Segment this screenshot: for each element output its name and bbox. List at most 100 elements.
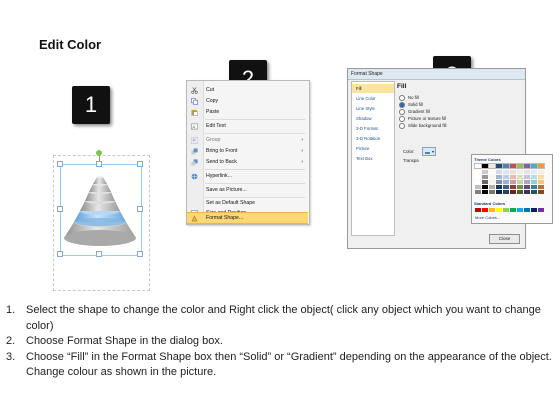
color-swatch[interactable] [475,180,481,184]
color-swatch[interactable] [503,175,509,179]
color-swatch[interactable] [524,185,530,189]
menu-item-paste[interactable]: Paste [187,107,309,118]
color-swatch[interactable] [531,175,537,179]
color-swatch[interactable] [517,190,523,194]
sidebar-item-line-style[interactable]: Line Style [352,104,394,113]
color-swatch[interactable] [516,163,524,169]
color-swatch[interactable] [482,175,488,179]
sidebar-item-3d-format[interactable]: 3-D Format [352,124,394,133]
color-swatch[interactable] [489,185,495,189]
color-swatch[interactable] [503,170,509,174]
color-swatch[interactable] [510,185,516,189]
color-swatch[interactable] [488,163,496,169]
sidebar-item-shadow[interactable]: Shadow [352,114,394,123]
option-picture-texture-fill[interactable]: Picture or texture fill [399,116,446,122]
menu-item-hyperlink[interactable]: Hyperlink... [187,171,309,182]
color-picker-button[interactable]: ▾ [422,147,436,156]
color-swatch[interactable] [538,190,544,194]
menu-item-copy[interactable]: Copy [187,96,309,107]
color-swatch[interactable] [475,175,481,179]
option-slide-background-fill[interactable]: Slide background fill [399,123,446,129]
sidebar-item-fill[interactable]: Fill [352,84,394,93]
color-swatch[interactable] [475,170,481,174]
sidebar-item-text-box[interactable]: Text Box [352,154,394,163]
menu-item-group[interactable]: Group › [187,135,309,146]
color-swatch[interactable] [517,175,523,179]
option-no-fill[interactable]: No fill [399,95,419,101]
color-swatch[interactable] [524,175,530,179]
menu-item-send-to-back[interactable]: Send to Back › [187,157,309,168]
color-swatch[interactable] [517,208,523,212]
color-swatch[interactable] [481,163,489,169]
more-colors-link[interactable]: More Colors... [475,215,500,220]
radio-button[interactable] [399,116,405,122]
color-swatch[interactable] [523,163,531,169]
color-swatch[interactable] [489,170,495,174]
color-swatch[interactable] [517,170,523,174]
menu-item-save-as-picture[interactable]: Save as Picture... [187,185,309,196]
sidebar-item-picture[interactable]: Picture [352,144,394,153]
color-swatch[interactable] [517,185,523,189]
color-swatch[interactable] [524,208,530,212]
color-swatch[interactable] [538,185,544,189]
radio-button[interactable] [399,109,405,115]
color-swatch[interactable] [531,190,537,194]
color-swatch[interactable] [474,163,482,169]
rotation-handle[interactable] [96,150,102,156]
color-swatch[interactable] [496,175,502,179]
color-swatch[interactable] [496,170,502,174]
color-swatch[interactable] [496,190,502,194]
color-swatch[interactable] [489,175,495,179]
color-swatch[interactable] [482,208,488,212]
sidebar-item-line-color[interactable]: Line Color [352,94,394,103]
color-swatch[interactable] [531,185,537,189]
color-swatch[interactable] [496,208,502,212]
color-swatch[interactable] [482,180,488,184]
color-swatch[interactable] [482,185,488,189]
color-swatch[interactable] [502,163,510,169]
radio-button[interactable] [399,95,405,101]
menu-item-cut[interactable]: Cut [187,85,309,96]
color-swatch[interactable] [475,185,481,189]
color-swatch[interactable] [503,208,509,212]
color-swatch[interactable] [510,175,516,179]
color-swatch[interactable] [538,175,544,179]
color-swatch[interactable] [489,208,495,212]
close-button[interactable]: Close [489,234,520,244]
color-swatch[interactable] [489,180,495,184]
dialog-titlebar[interactable]: Format Shape [348,69,525,80]
color-swatch[interactable] [482,190,488,194]
radio-button[interactable] [399,102,405,108]
color-swatch[interactable] [530,163,538,169]
color-swatch[interactable] [510,170,516,174]
color-swatch[interactable] [509,163,517,169]
color-swatch[interactable] [482,170,488,174]
color-swatch[interactable] [489,190,495,194]
option-solid-fill[interactable]: Solid fill [399,102,423,108]
color-swatch[interactable] [495,163,503,169]
color-swatch[interactable] [475,190,481,194]
color-swatch[interactable] [538,208,544,212]
stacked-pyramid-shape[interactable] [60,166,140,256]
color-swatch[interactable] [538,180,544,184]
option-gradient-fill[interactable]: Gradient fill [399,109,430,115]
color-swatch[interactable] [475,208,481,212]
color-swatch[interactable] [531,170,537,174]
color-swatch[interactable] [510,180,516,184]
color-swatch[interactable] [524,180,530,184]
menu-item-bring-to-front[interactable]: Bring to Front › [187,146,309,157]
menu-item-edit-text[interactable]: A Edit Text [187,121,309,132]
color-swatch[interactable] [510,190,516,194]
color-swatch[interactable] [496,180,502,184]
radio-button[interactable] [399,123,405,129]
color-swatch[interactable] [503,190,509,194]
color-swatch[interactable] [503,185,509,189]
color-swatch[interactable] [524,190,530,194]
color-swatch[interactable] [510,208,516,212]
color-swatch[interactable] [537,163,545,169]
color-swatch[interactable] [531,208,537,212]
color-swatch[interactable] [538,170,544,174]
color-swatch[interactable] [496,185,502,189]
sidebar-item-3d-rotation[interactable]: 3-D Rotation [352,134,394,143]
color-swatch[interactable] [517,180,523,184]
